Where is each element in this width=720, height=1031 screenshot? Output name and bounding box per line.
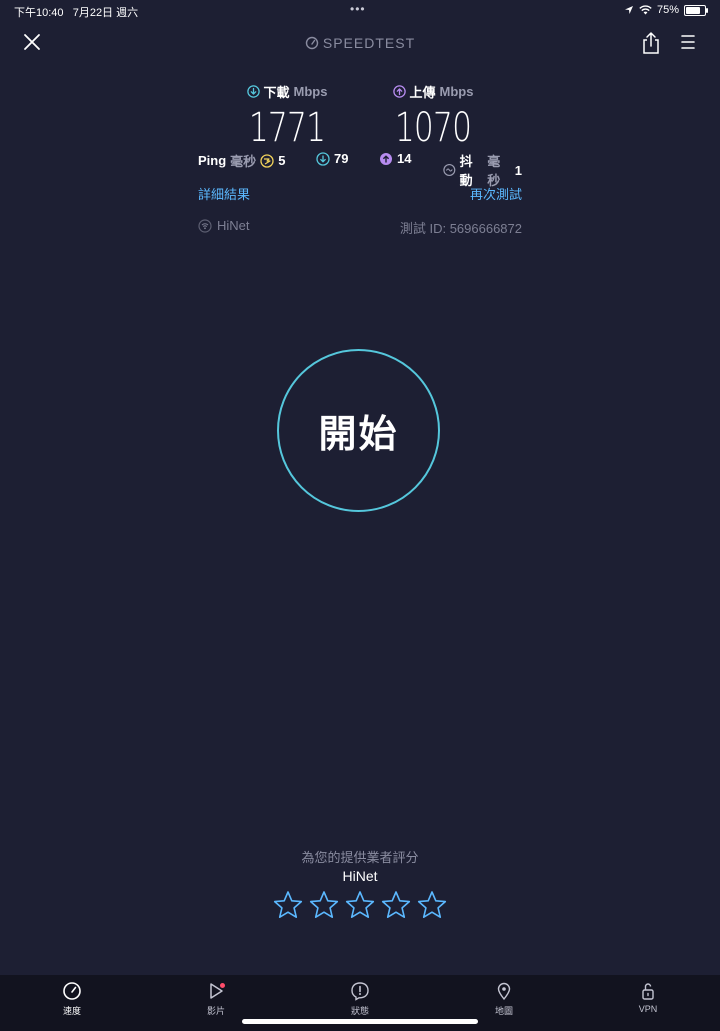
- speedometer-icon: [305, 36, 319, 50]
- ping-upload-value: 14: [397, 151, 412, 166]
- ping-label: Ping: [198, 153, 227, 168]
- upload-arrow-icon: [392, 85, 406, 98]
- tab-speed[interactable]: 速度: [32, 981, 112, 1017]
- share-icon[interactable]: [641, 31, 661, 55]
- wifi-icon: [639, 5, 652, 15]
- star-icon[interactable]: [272, 889, 304, 921]
- status-icons: 75%: [624, 4, 708, 16]
- ping-idle-icon: [260, 153, 274, 168]
- home-indicator[interactable]: [242, 1019, 478, 1024]
- tab-map[interactable]: 地圖: [464, 981, 544, 1017]
- start-test-button[interactable]: 開始: [277, 349, 440, 512]
- multitask-dots[interactable]: •••: [350, 2, 366, 16]
- download-value: 1771: [248, 105, 326, 151]
- star-icon[interactable]: [308, 889, 340, 921]
- alert-icon: [351, 982, 369, 1001]
- brand-name: SPEEDTEST: [322, 35, 416, 51]
- upload-label: 上傳: [409, 85, 436, 100]
- tab-vpn[interactable]: VPN: [608, 981, 688, 1014]
- rating-isp-name: HiNet: [342, 868, 378, 884]
- wifi-circle-icon: [198, 218, 212, 233]
- upload-result: 上傳 Mbps 1070: [353, 82, 513, 151]
- start-test-label: 開始: [318, 414, 399, 456]
- ping-idle-metric: Ping 毫秒 5: [198, 151, 285, 170]
- speedometer-icon: [63, 982, 81, 1000]
- location-icon: [624, 6, 633, 14]
- test-id: 測試 ID: 5696666872: [399, 221, 522, 236]
- ping-download-metric: 79: [316, 151, 348, 166]
- notification-badge: [220, 983, 225, 988]
- status-time-date: 下午10:40 7月22日 週六: [14, 4, 138, 20]
- app-brand: SPEEDTEST: [0, 35, 720, 51]
- tab-status[interactable]: 狀態: [320, 981, 400, 1017]
- tab-video-label: 影片: [206, 1006, 225, 1016]
- ping-download-icon: [316, 151, 330, 166]
- provider-name: HiNet: [217, 218, 250, 233]
- star-icon[interactable]: [416, 889, 448, 921]
- unlock-icon: [642, 983, 654, 1000]
- tab-status-label: 狀態: [350, 1006, 369, 1016]
- ping-upload-icon: [380, 152, 392, 165]
- star-icon[interactable]: [380, 889, 412, 921]
- retest-link[interactable]: 再次測試: [470, 184, 522, 203]
- status-date: 7月22日 週六: [72, 7, 139, 19]
- tab-speed-label: 速度: [62, 1006, 81, 1016]
- download-label: 下載: [263, 85, 290, 100]
- tab-video[interactable]: 影片: [176, 981, 256, 1017]
- provider-info: HiNet: [198, 218, 250, 233]
- download-unit: Mbps: [293, 84, 328, 99]
- upload-value: 1070: [394, 105, 472, 151]
- battery-percent: 75%: [656, 4, 679, 16]
- download-result: 下載 Mbps 1771: [207, 82, 367, 151]
- battery-icon: [684, 4, 708, 16]
- jitter-value: 1: [514, 162, 522, 178]
- details-link[interactable]: 詳細結果: [198, 184, 250, 203]
- menu-icon[interactable]: [679, 34, 697, 50]
- upload-label-row: 上傳 Mbps: [353, 82, 513, 101]
- ping-upload-metric: 14: [379, 151, 411, 166]
- upload-unit: Mbps: [439, 84, 474, 99]
- ping-unit: 毫秒: [230, 154, 257, 169]
- status-time: 下午10:40: [14, 7, 64, 19]
- star-icon[interactable]: [344, 889, 376, 921]
- ping-download-value: 79: [334, 151, 349, 166]
- download-arrow-icon: [246, 85, 260, 98]
- ping-idle-value: 5: [278, 153, 286, 168]
- rating-title: 為您的提供業者評分: [301, 850, 419, 865]
- map-pin-icon: [497, 982, 511, 1001]
- tab-map-label: 地圖: [494, 1006, 513, 1016]
- latency-metrics: Ping 毫秒 5 79 14 抖動 毫秒 1: [198, 151, 522, 188]
- jitter-icon: [443, 163, 456, 177]
- tab-vpn-label: VPN: [638, 1004, 658, 1014]
- download-label-row: 下載 Mbps: [207, 82, 367, 101]
- rating-stars: [272, 889, 448, 921]
